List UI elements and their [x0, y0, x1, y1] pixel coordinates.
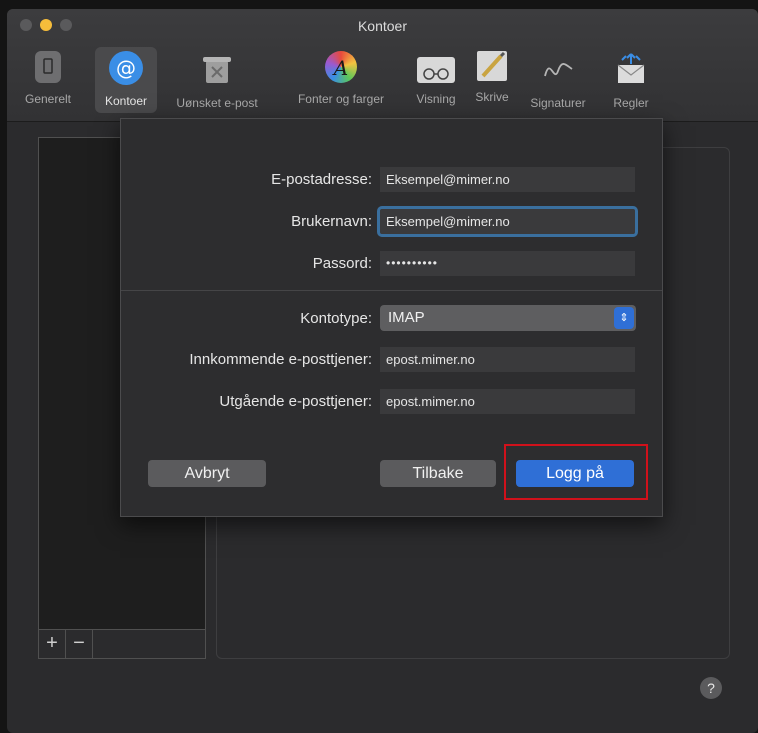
svg-text:@: @	[116, 56, 136, 80]
login-highlight-box	[504, 444, 648, 500]
tab-label: Fonter og farger	[297, 92, 385, 106]
tab-regler[interactable]: Regler	[601, 47, 661, 113]
email-label: E-postadresse:	[271, 171, 372, 188]
account-type-label: Kontotype:	[300, 310, 372, 327]
tab-skrive[interactable]: Skrive	[467, 47, 517, 113]
separator	[121, 290, 662, 291]
account-type-select[interactable]: IMAP ⇕	[380, 305, 636, 331]
incoming-server-field[interactable]: epost.mimer.no	[380, 347, 635, 372]
outgoing-server-field[interactable]: epost.mimer.no	[380, 389, 635, 414]
back-button[interactable]: Tilbake	[380, 460, 496, 487]
trash-icon	[199, 51, 235, 87]
tab-label: Signaturer	[530, 96, 586, 110]
cancel-button[interactable]: Avbryt	[148, 460, 266, 487]
tab-visning[interactable]: Visning	[407, 47, 465, 113]
username-field[interactable]: Eksempel@mimer.no	[377, 206, 638, 237]
tab-label: Regler	[613, 96, 649, 110]
password-field[interactable]: ••••••••••	[380, 251, 635, 276]
tab-uonsket-epost[interactable]: Uønsket e-post	[161, 47, 273, 113]
envelope-rules-icon	[613, 51, 649, 87]
password-label: Passord:	[312, 255, 372, 272]
add-account-button[interactable]: +	[39, 630, 66, 658]
incoming-server-label: Innkommende e-posttjener:	[189, 351, 372, 368]
tab-label: Uønsket e-post	[176, 96, 258, 110]
add-account-sheet: E-postadresse: Eksempel@mimer.no Brukern…	[120, 118, 663, 517]
switch-icon	[35, 51, 61, 83]
chevron-updown-icon: ⇕	[614, 307, 634, 329]
accounts-list-controls: + −	[38, 629, 206, 659]
tab-label: Visning	[416, 92, 456, 106]
tab-label: Generelt	[24, 92, 72, 106]
outgoing-server-label: Utgående e-posttjener:	[219, 393, 372, 410]
tab-label: Kontoer	[104, 94, 148, 108]
glasses-icon	[417, 57, 455, 83]
tab-fonter-og-farger[interactable]: A Fonter og farger	[279, 47, 403, 113]
signature-icon	[540, 51, 576, 87]
tab-label: Skrive	[475, 90, 509, 104]
toolbar: Kontoer Generelt @ Kontoer Uønsket e-pos…	[7, 9, 758, 122]
tab-kontoer[interactable]: @ Kontoer	[95, 47, 157, 113]
tab-signaturer[interactable]: Signaturer	[519, 47, 597, 113]
at-sign-icon: @	[109, 51, 143, 85]
tab-generelt[interactable]: Generelt	[7, 47, 89, 113]
username-label: Brukernavn:	[291, 213, 372, 230]
svg-text:A: A	[332, 56, 348, 80]
remove-account-button[interactable]: −	[66, 630, 93, 658]
color-font-icon: A	[325, 51, 357, 83]
email-field[interactable]: Eksempel@mimer.no	[380, 167, 635, 192]
pencil-icon	[477, 51, 507, 81]
help-button[interactable]: ?	[700, 677, 722, 699]
window-title: Kontoer	[357, 18, 408, 34]
account-type-value: IMAP	[388, 309, 425, 326]
